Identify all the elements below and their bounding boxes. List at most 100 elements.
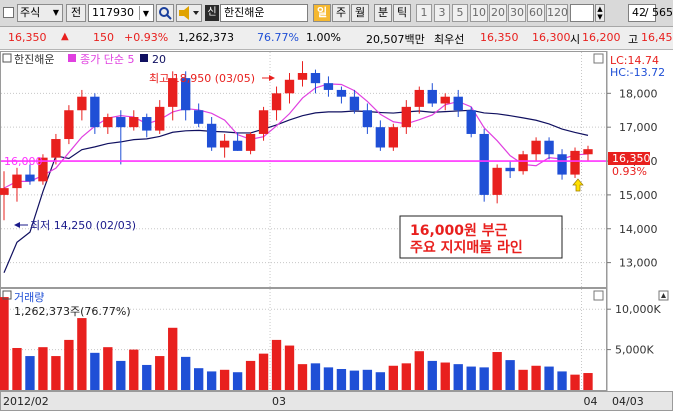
min-annotation: 최저 14,250 (02/03) (30, 219, 136, 232)
price-tick-label: 18,000 (619, 87, 658, 100)
candle-body (297, 73, 308, 80)
candle-body (323, 83, 334, 90)
trading-amount: 20,507백만 (366, 33, 425, 46)
market-select[interactable]: 주식 ▼ (17, 4, 63, 22)
period-tick[interactable]: 틱 (393, 4, 411, 22)
candle-body (219, 140, 230, 148)
volume-title: 거래량 (14, 291, 44, 304)
minute-30[interactable]: 30 (508, 4, 526, 22)
period-week[interactable]: 주 (332, 4, 350, 22)
volume-bar (232, 372, 243, 390)
volume-bar (518, 369, 528, 390)
volume-bar (206, 371, 217, 390)
hc-label: HC:-13.72 (610, 66, 665, 79)
prefix-button[interactable]: 전 (66, 4, 86, 22)
candle (479, 128, 489, 202)
candle-body (518, 154, 528, 172)
candle-body (531, 140, 541, 155)
volume-bar (116, 360, 126, 390)
candle-body (206, 123, 217, 148)
up-arrow-icon: ▲ (61, 31, 69, 42)
search-button[interactable] (156, 4, 174, 22)
price-change: 150 (93, 31, 114, 44)
volume-bar (583, 373, 593, 390)
volume-bar (129, 349, 139, 390)
spinner-button[interactable]: ▲ ▼ (595, 4, 605, 22)
current-pct-label: 0.93% (612, 165, 647, 178)
minute-3[interactable]: 3 (434, 4, 450, 22)
volume-bar (479, 367, 489, 390)
volume-bar (284, 345, 295, 390)
legend-ma20: 20 (152, 53, 166, 66)
candle-body (544, 140, 554, 155)
candle-body (362, 110, 373, 128)
volume-bar (557, 371, 567, 390)
volume-bar (531, 365, 541, 390)
price-panel-max-button[interactable] (593, 53, 604, 64)
current-price-tag-text: 16,350 (612, 152, 651, 165)
volume-bar (570, 374, 580, 390)
candle-body (492, 167, 502, 195)
legend-stock-name: 한진해운 (14, 52, 54, 66)
speaker-button[interactable] (176, 4, 202, 22)
open-label: 시 (570, 33, 581, 46)
candle-body (440, 96, 450, 104)
volume-panel-max-button[interactable] (593, 290, 604, 301)
candle-body (310, 73, 321, 84)
price-tick-label: 15,000 (619, 189, 658, 202)
candle-body (284, 79, 295, 94)
candle-body (129, 117, 139, 128)
chevron-down-icon[interactable]: ▼ (139, 6, 152, 20)
candle-body (388, 127, 399, 148)
volume-bar (466, 366, 476, 390)
volume-bar (492, 352, 502, 390)
candle-body (103, 117, 113, 128)
minute-1[interactable]: 1 (416, 4, 432, 22)
period-minute[interactable]: 분 (374, 4, 392, 22)
change-percent: +0.93% (124, 31, 169, 44)
chevron-down-icon: ▼ (52, 8, 59, 17)
volume-ratio: 76.77% (257, 31, 299, 44)
volume-bar (258, 353, 269, 390)
period-month[interactable]: 월 (351, 4, 369, 22)
volume-bar (375, 372, 386, 390)
volume-bar (310, 363, 321, 390)
volume-bar (297, 364, 308, 390)
volume-bar (90, 352, 100, 390)
legend-ma5-swatch (68, 54, 76, 62)
note-line-1: 16,000원 부근 (410, 223, 508, 239)
candle-body (258, 110, 269, 134)
custom-period-input[interactable] (570, 4, 594, 22)
support-label: 16,000 (4, 155, 43, 168)
minute-60[interactable]: 60 (527, 4, 545, 22)
stock-chart[interactable]: 13,000 14,000 15,000 16,000 17,000 18,000 5,0… (0, 51, 673, 411)
bid-price: 16,300 (532, 31, 571, 44)
volume-bar (181, 356, 191, 390)
search-icon (159, 7, 172, 20)
minute-120[interactable]: 120 (546, 4, 568, 22)
checkbox[interactable] (3, 7, 14, 18)
candle-body (25, 174, 35, 182)
code-input[interactable]: 117930 ▼ (88, 4, 154, 22)
ask-price: 16,350 (480, 31, 519, 44)
trading-volume: 1,262,373 (178, 31, 234, 44)
volume-tick-label: 10,000K (615, 303, 661, 316)
volume-bar (362, 369, 373, 390)
sin-badge: 신 (205, 5, 219, 21)
legend-ma5: 종가 단순 5 (80, 53, 134, 66)
volume-bar (193, 368, 204, 390)
period-day[interactable]: 일 (313, 4, 331, 22)
volume-bar (168, 327, 178, 390)
minute-10[interactable]: 10 (470, 4, 488, 22)
candle-body (401, 106, 411, 128)
volume-bar (103, 347, 113, 390)
minute-5[interactable]: 5 (452, 4, 468, 22)
minute-20[interactable]: 20 (489, 4, 507, 22)
volume-tick-label: 5,000K (615, 344, 654, 357)
price-tick-label: 14,000 (619, 223, 658, 236)
volume-bar (440, 362, 450, 390)
current-price: 16,350 (8, 31, 47, 44)
candle-body (349, 96, 360, 111)
candle-body (583, 149, 593, 155)
candle-body (12, 174, 22, 189)
